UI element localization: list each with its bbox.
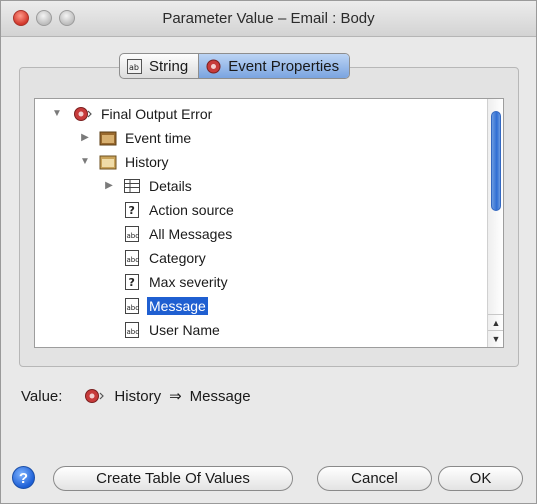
- arrow-right-icon: ⇒: [169, 388, 182, 405]
- tree-item-message[interactable]: abc Message: [123, 295, 208, 317]
- tree-item-all-messages[interactable]: abc All Messages: [123, 223, 234, 245]
- tree-item-label: Event time: [125, 130, 192, 146]
- tab-string-label: String: [149, 57, 189, 75]
- svg-text:abc: abc: [127, 328, 140, 336]
- tree-item-category[interactable]: abc Category: [123, 247, 208, 269]
- question-field-icon: ?: [125, 202, 139, 218]
- event-properties-icon: [206, 59, 221, 73]
- tree-item-label: User Name: [149, 322, 220, 338]
- tree-item-label: Category: [149, 250, 206, 266]
- ok-button[interactable]: OK: [438, 466, 523, 491]
- tab-string[interactable]: ab String: [120, 54, 198, 78]
- svg-text:?: ?: [129, 276, 135, 289]
- event-icon: [74, 107, 92, 121]
- tree-item-event-time[interactable]: ▶ Event time: [79, 127, 193, 149]
- folder-icon: [99, 155, 117, 170]
- title-bar[interactable]: Parameter Value – Email : Body: [1, 1, 536, 37]
- tree-item-action-source[interactable]: ? Action source: [123, 199, 236, 221]
- window-title: Parameter Value – Email : Body: [162, 10, 375, 27]
- tree-item-details[interactable]: ▶ Details: [103, 175, 194, 197]
- tree-item-final-output-error[interactable]: ▼ Final Output Error: [51, 103, 214, 125]
- value-label: Value:: [21, 387, 63, 405]
- disclosure-triangle-collapsed-icon[interactable]: ▶: [79, 132, 91, 144]
- tree-item-label: Max severity: [149, 274, 228, 290]
- text-field-icon: abc: [125, 298, 140, 314]
- dialog-window: Parameter Value – Email : Body ab String…: [0, 0, 537, 504]
- tree-item-label-selected: Message: [147, 297, 208, 315]
- svg-text:ab: ab: [129, 63, 139, 72]
- scroll-down-arrow-icon[interactable]: ▼: [488, 330, 503, 346]
- tree-item-label: History: [125, 154, 169, 170]
- text-field-icon: abc: [125, 250, 140, 266]
- svg-text:abc: abc: [127, 256, 140, 264]
- tree-item-partial[interactable]: ▶: [79, 343, 123, 348]
- tree-item-history[interactable]: ▼ History: [79, 151, 171, 173]
- vertical-scrollbar[interactable]: ▲ ▼: [487, 99, 503, 347]
- svg-text:abc: abc: [127, 232, 140, 240]
- tab-event-properties-label: Event Properties: [228, 57, 340, 75]
- question-field-icon: ?: [125, 274, 139, 290]
- folder-icon: [99, 345, 117, 348]
- create-table-of-values-button[interactable]: Create Table Of Values: [53, 466, 293, 491]
- tab-bar: ab String Event Properties: [119, 53, 351, 79]
- svg-text:abc: abc: [127, 304, 140, 312]
- event-icon: [85, 389, 105, 403]
- svg-text:?: ?: [129, 204, 135, 217]
- cancel-button[interactable]: Cancel: [317, 466, 432, 491]
- tree-item-max-severity[interactable]: ? Max severity: [123, 271, 230, 293]
- text-field-icon: abc: [125, 226, 140, 242]
- folder-icon: [99, 131, 117, 146]
- text-field-icon: abc: [125, 322, 140, 338]
- value-path-history: History: [114, 387, 162, 405]
- tree-item-label: All Messages: [149, 226, 233, 242]
- tree-item-label: Details: [149, 178, 192, 194]
- string-icon: ab: [127, 58, 142, 74]
- tree-item-label: Action source: [149, 202, 234, 218]
- disclosure-triangle-collapsed-icon[interactable]: ▶: [103, 180, 115, 192]
- disclosure-triangle-expanded-icon[interactable]: ▼: [79, 156, 91, 168]
- value-path-message: Message: [189, 387, 251, 405]
- disclosure-triangle-expanded-icon[interactable]: ▼: [51, 108, 63, 120]
- event-properties-tree[interactable]: ▼ Final Output Error ▶ Event time ▼ Hist…: [34, 98, 504, 348]
- scroll-up-arrow-icon[interactable]: ▲: [488, 314, 503, 330]
- help-button[interactable]: ?: [12, 466, 35, 489]
- scrollbar-thumb[interactable]: [491, 111, 501, 211]
- tab-event-properties[interactable]: Event Properties: [198, 54, 350, 78]
- tree-item-user-name[interactable]: abc User Name: [123, 319, 222, 341]
- table-icon: [124, 179, 140, 193]
- tree-item-label: Final Output Error: [101, 106, 213, 122]
- value-path: Value: History ⇒ Message: [21, 387, 251, 406]
